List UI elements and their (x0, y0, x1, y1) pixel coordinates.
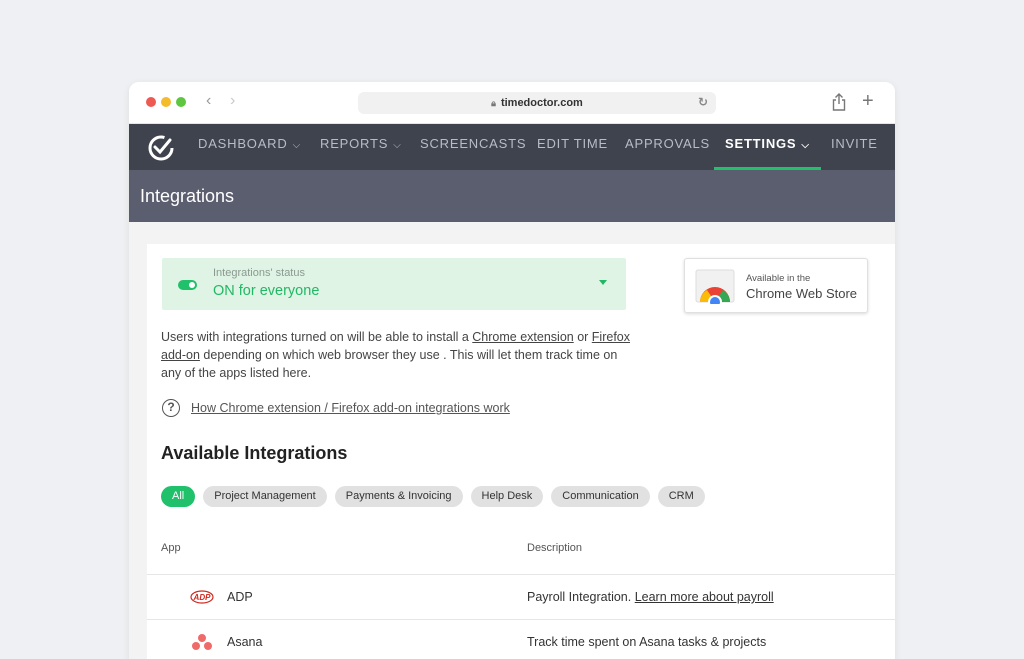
content-area: Integrations' status ON for everyone Ava… (129, 222, 895, 659)
integrations-description: Users with integrations turned on will b… (161, 330, 630, 380)
reload-icon[interactable]: ↻ (698, 95, 708, 109)
filter-chip-communication[interactable]: Communication (551, 486, 650, 507)
adp-logo-icon: ADP (190, 590, 214, 604)
asana-logo-icon (192, 634, 212, 650)
nav-item-reports[interactable]: REPORTS ⌵ (320, 124, 402, 170)
app-name: Asana (227, 635, 263, 649)
how-integrations-work-link[interactable]: How Chrome extension / Firefox add-on in… (191, 401, 510, 415)
address-bar[interactable]: 🔒︎ timedoctor.com ↻ (358, 92, 716, 114)
main-navigation: DASHBOARD ⌵ REPORTS ⌵ SCREENCASTS EDIT TIM… (129, 124, 895, 170)
url-text: timedoctor.com (500, 97, 583, 109)
page-title: Integrations (129, 170, 895, 222)
lock-icon: 🔒︎ (491, 97, 496, 108)
chevron-down-icon: ⌵ (292, 140, 301, 151)
cws-small-text: Available in the (746, 273, 811, 284)
app-name: ADP (227, 590, 253, 604)
cws-big-text: Chrome Web Store (746, 286, 858, 301)
nav-item-screencasts[interactable]: SCREENCASTS (420, 124, 526, 170)
nav-item-edit-time[interactable]: EDIT TIME (537, 124, 608, 170)
nav-item-invite[interactable]: INVITE (831, 124, 878, 170)
table-row: Asana Track time spent on Asana tasks & … (147, 619, 895, 659)
help-row: ? How Chrome extension / Firefox add-on … (162, 399, 510, 417)
nav-item-approvals[interactable]: APPROVALS (625, 124, 710, 170)
column-header-app: App (161, 542, 181, 554)
app-description: Track time spent on Asana tasks & projec… (527, 635, 767, 649)
filter-chip-help-desk[interactable]: Help Desk (470, 486, 544, 507)
learn-more-payroll-link[interactable]: Learn more about payroll (635, 590, 774, 604)
available-integrations-title: Available Integrations (161, 443, 348, 463)
back-arrow-icon[interactable]: ‹ (206, 92, 211, 110)
filter-chip-crm[interactable]: CRM (657, 486, 705, 507)
time-doctor-logo-icon[interactable] (146, 132, 176, 162)
filter-chip-project-management[interactable]: Project Management (203, 486, 327, 507)
status-value: ON for everyone (213, 283, 320, 299)
category-filter-chips: All Project Management Payments & Invoic… (161, 486, 713, 507)
maximize-window-button[interactable] (176, 97, 186, 107)
filter-chip-payments-invoicing[interactable]: Payments & Invoicing (334, 486, 463, 507)
integrations-card: Integrations' status ON for everyone Ava… (147, 244, 895, 659)
nav-item-settings[interactable]: SETTINGS ⌵ (714, 124, 821, 170)
caret-down-icon (599, 280, 607, 285)
nav-item-dashboard[interactable]: DASHBOARD ⌵ (198, 124, 301, 170)
browser-window: ‹ › 🔒︎ timedoctor.com ↻ + DASHBOARD ⌵ REP… (129, 82, 895, 659)
chevron-down-icon: ⌵ (393, 140, 402, 151)
table-row: ADP ADP Payroll Integration. Learn more … (147, 574, 895, 619)
question-circle-icon: ? (162, 399, 180, 417)
share-icon[interactable] (832, 93, 846, 111)
minimize-window-button[interactable] (161, 97, 171, 107)
svg-text:ADP: ADP (193, 593, 212, 602)
chrome-web-store-icon (695, 269, 735, 304)
status-label: Integrations' status (213, 267, 305, 279)
chrome-extension-link[interactable]: Chrome extension (472, 330, 573, 344)
table-header: App Description (147, 537, 895, 575)
close-window-button[interactable] (146, 97, 156, 107)
browser-toolbar: ‹ › 🔒︎ timedoctor.com ↻ + (129, 82, 895, 124)
integrations-status-dropdown[interactable]: Integrations' status ON for everyone (162, 258, 626, 310)
forward-arrow-icon[interactable]: › (230, 92, 235, 110)
column-header-description: Description (527, 542, 583, 554)
filter-chip-all[interactable]: All (161, 486, 196, 507)
new-tab-icon[interactable]: + (862, 90, 874, 113)
app-description: Payroll Integration. Learn more about pa… (527, 590, 774, 604)
toggle-on-icon (178, 280, 197, 290)
chevron-down-icon: ⌵ (801, 140, 810, 151)
chrome-web-store-badge[interactable]: Available in the Chrome Web Store (684, 258, 868, 313)
